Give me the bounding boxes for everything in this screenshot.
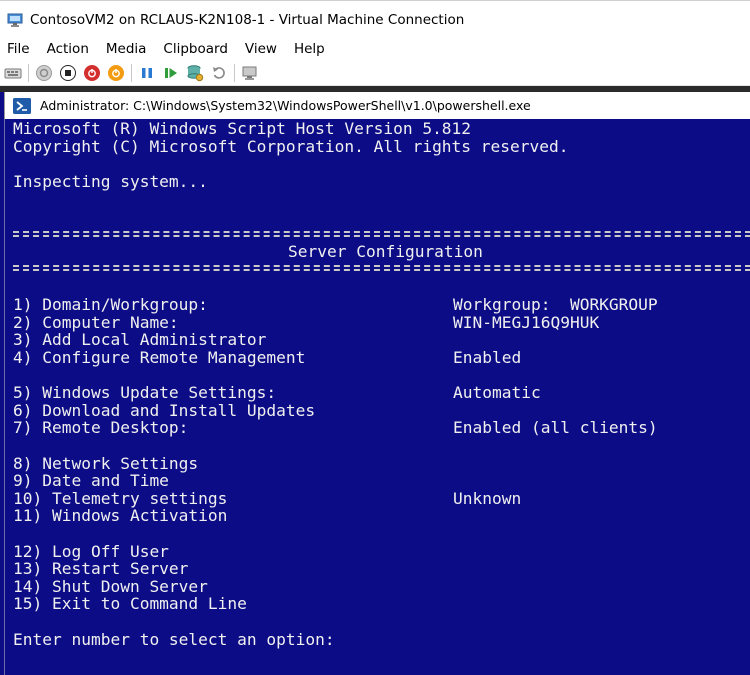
pause-icon[interactable] [138,64,156,82]
menu-option-value: Automatic [453,383,541,402]
menu-option-label: 1) Domain/Workgroup: [13,295,208,314]
menu-bar: File Action Media Clipboard View Help [0,38,750,60]
powershell-icon [13,97,31,114]
start-icon[interactable] [35,64,53,82]
ctrl-alt-del-icon[interactable] [4,64,22,82]
powershell-titlebar[interactable]: Administrator: C:\Windows\System32\Windo… [4,92,750,119]
section-title: Server Configuration [288,242,483,261]
menu-option-value: Unknown [453,489,522,508]
menu-option-label: 9) Date and Time [13,471,169,490]
resume-icon[interactable] [162,64,180,82]
inspecting-text: Inspecting system... [13,172,208,191]
menu-action[interactable]: Action [47,41,89,57]
checkpoint-icon[interactable] [186,64,204,82]
toolbar-separator [131,63,132,82]
menu-option-label: 7) Remote Desktop: [13,418,189,437]
console-header-line: Microsoft (R) Windows Script Host Versio… [13,119,472,138]
console-area[interactable]: Microsoft (R) Windows Script Host Versio… [4,119,750,675]
menu-view[interactable]: View [245,41,277,57]
menu-help[interactable]: Help [294,41,325,57]
menu-option-label: 11) Windows Activation [13,506,228,525]
vm-window-titlebar[interactable]: ContosoVM2 on RCLAUS-K2N108-1 - Virtual … [0,0,750,38]
menu-option-label: 15) Exit to Command Line [13,594,247,613]
shut-down-icon[interactable] [83,64,101,82]
turn-off-icon[interactable] [59,64,77,82]
console-header-line: Copyright (C) Microsoft Corporation. All… [13,137,569,156]
separator-rule [13,231,750,237]
toolbar-separator [28,63,29,82]
toolbar-separator [234,63,235,82]
menu-option-value: WIN-MEGJ16Q9HUK [453,313,600,332]
vm-connection-icon [7,12,25,28]
powershell-title: Administrator: C:\Windows\System32\Windo… [40,98,531,113]
revert-icon[interactable] [210,64,228,82]
menu-option-label: 3) Add Local Administrator [13,330,267,349]
menu-option-label: 13) Restart Server [13,559,189,578]
enhanced-session-icon[interactable] [241,64,259,82]
save-icon[interactable] [107,64,125,82]
menu-file[interactable]: File [7,41,30,57]
menu-option-value: Enabled (all clients) [453,418,658,437]
menu-clipboard[interactable]: Clipboard [163,41,227,57]
menu-option-label: 4) Configure Remote Management [13,348,306,367]
menu-option-value: Workgroup: WORKGROUP [453,295,658,314]
command-prompt[interactable]: Enter number to select an option: [13,631,335,649]
menu-option-label: 5) Windows Update Settings: [13,383,277,402]
menu-option-value: Enabled [453,348,522,367]
window-title: ContosoVM2 on RCLAUS-K2N108-1 - Virtual … [30,11,465,28]
separator-rule [13,265,750,271]
menu-media[interactable]: Media [106,41,147,57]
toolbar [0,60,750,86]
